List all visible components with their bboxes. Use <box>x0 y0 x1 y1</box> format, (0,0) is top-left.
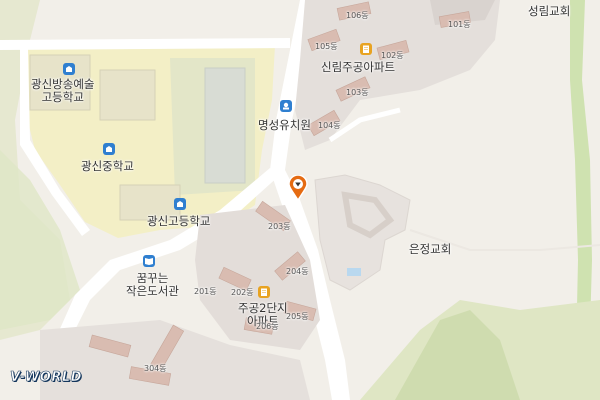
location-pin-icon[interactable] <box>288 175 308 201</box>
building-label-102: 102동 <box>381 51 404 60</box>
building-label-203: 203동 <box>268 222 291 231</box>
building-label-104: 104동 <box>318 121 341 130</box>
building-label-106: 106동 <box>346 11 369 20</box>
building-label-206: 206동 <box>256 322 279 331</box>
place-label-library: 꿈꾸는 작은도서관 <box>126 271 179 299</box>
building-label-103: 103동 <box>346 88 369 97</box>
place-label-sillim-jugong-apt: 신림주공아파트 <box>321 60 396 74</box>
place-label-seongnim-church: 성림교회 <box>528 4 571 18</box>
place-label-high-school: 광신고등학교 <box>147 214 211 228</box>
building-label-205: 205동 <box>286 312 309 321</box>
place-label-eunjeong-church: 은정교회 <box>409 242 452 256</box>
kindergarten-icon[interactable] <box>280 100 292 112</box>
place-label-kindergarten: 명성유치원 <box>258 118 311 132</box>
place-label-middle-school: 광신중학교 <box>81 159 134 173</box>
school-icon[interactable] <box>174 198 186 210</box>
building-label-304: 304동 <box>144 364 167 373</box>
building-label-201: 201동 <box>194 287 217 296</box>
building-label-202: 202동 <box>231 288 254 297</box>
building-label-101: 101동 <box>448 20 471 29</box>
school-icon[interactable] <box>103 143 115 155</box>
map-view[interactable]: 광신방송예술 고등학교 광신중학교 광신고등학교 꿈꾸는 작은도서관 명성유치원… <box>0 0 600 400</box>
apartment-icon[interactable] <box>258 286 270 298</box>
library-icon[interactable] <box>143 255 155 267</box>
vworld-logo: V-WORLD <box>10 370 82 386</box>
place-label-arts-high-school: 광신방송예술 고등학교 <box>31 77 95 105</box>
building-label-105: 105동 <box>315 42 338 51</box>
building-label-204: 204동 <box>286 267 309 276</box>
school-icon[interactable] <box>63 63 75 75</box>
apartment-icon[interactable] <box>360 43 372 55</box>
